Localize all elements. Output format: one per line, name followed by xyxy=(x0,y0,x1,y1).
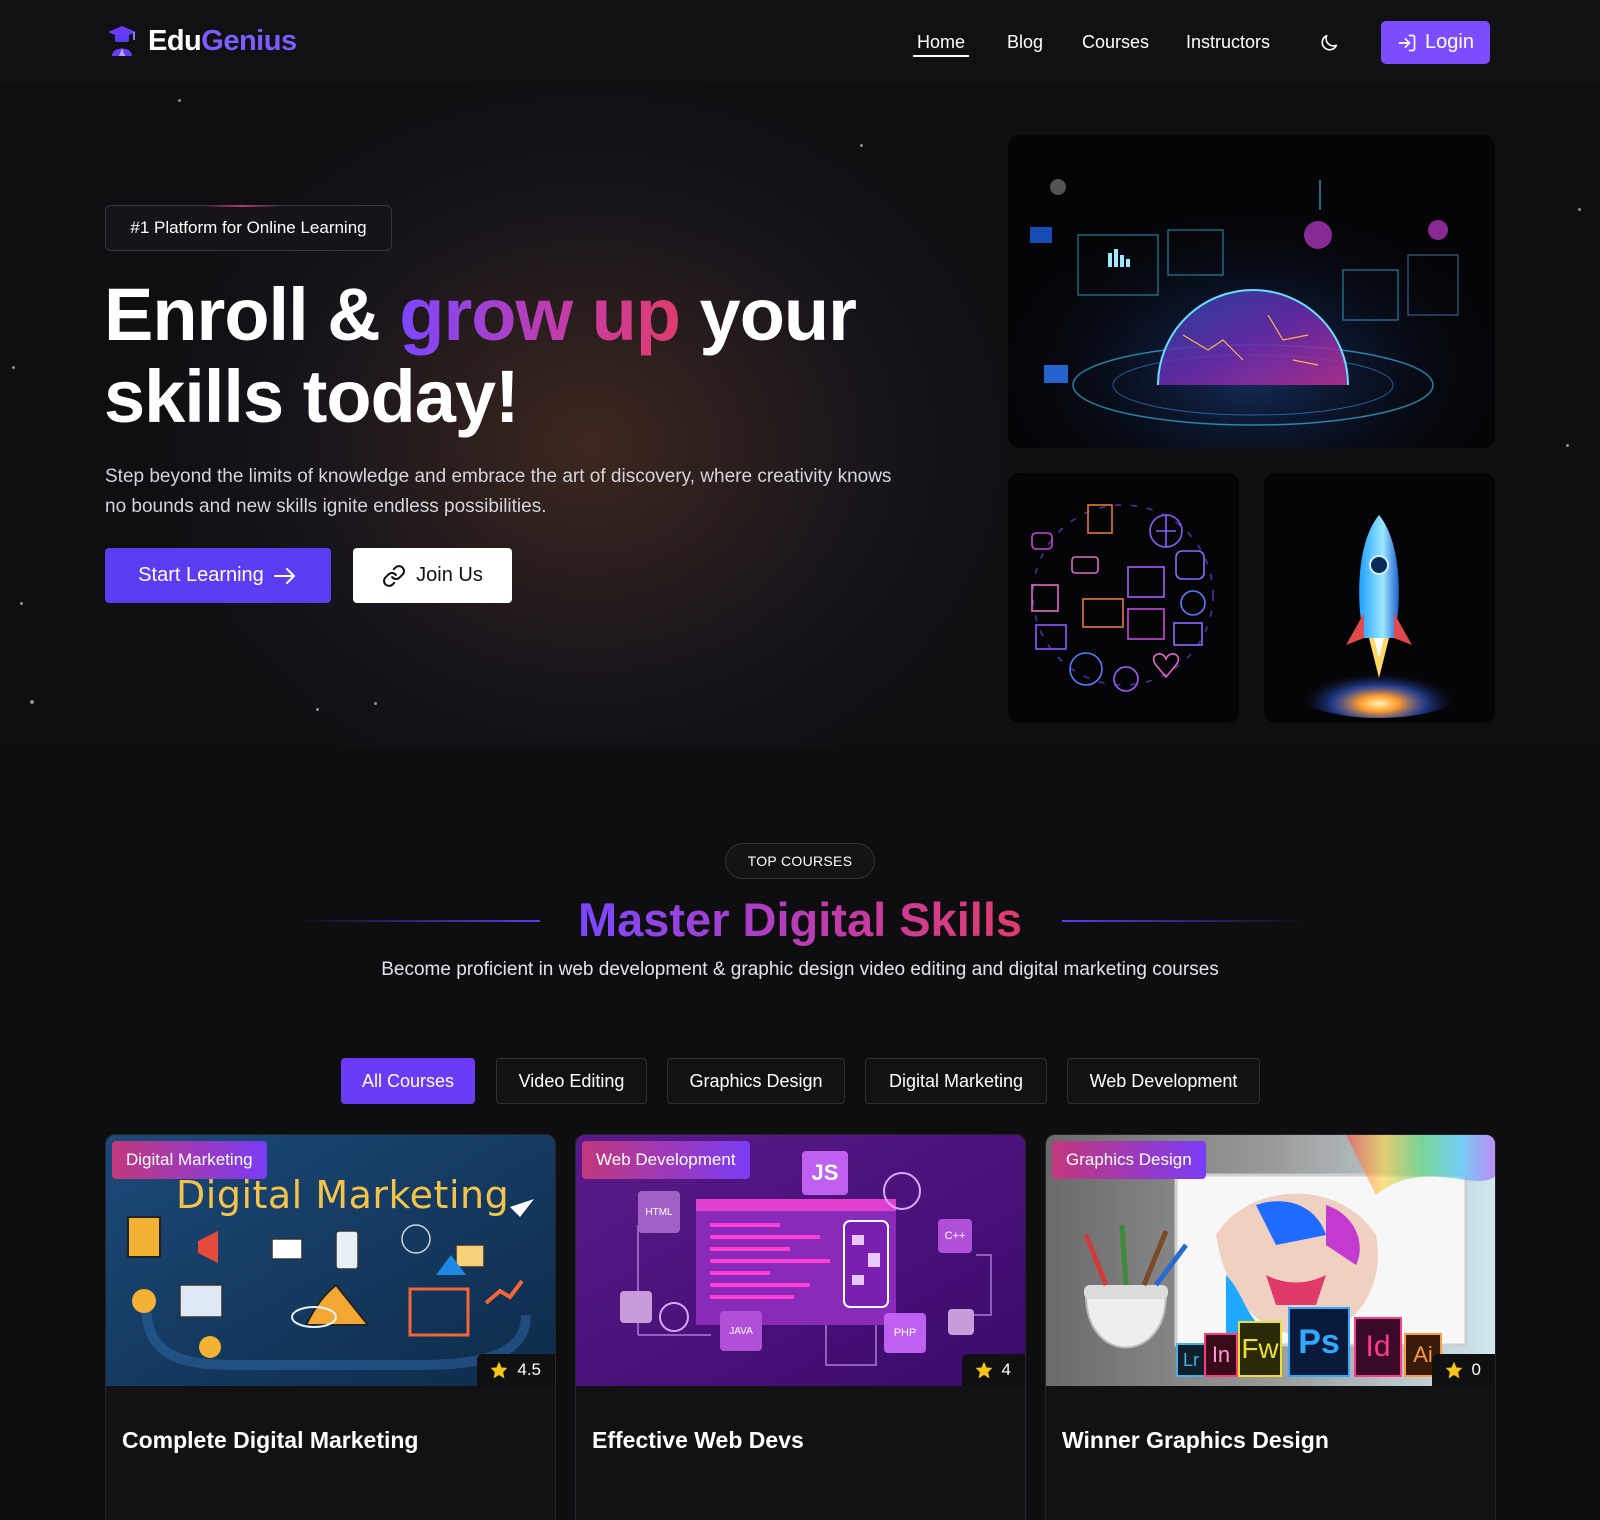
section-eyebrow: TOP COURSES xyxy=(725,843,875,879)
section-title-text: Master Digital Skills xyxy=(577,893,1023,946)
brand-name-part1: Edu xyxy=(148,24,202,57)
star-dot xyxy=(860,144,863,147)
star-dot xyxy=(30,700,34,704)
course-rating: 0 xyxy=(1431,1354,1495,1386)
link-icon xyxy=(383,564,406,587)
login-button[interactable]: Login xyxy=(1381,21,1490,64)
course-category-badge[interactable]: Digital Marketing xyxy=(112,1141,267,1179)
star-dot xyxy=(20,602,23,605)
course-card[interactable]: Digital Marketing Digital Marketing 4.5 … xyxy=(105,1134,556,1520)
star-dot xyxy=(1578,208,1581,211)
star-icon xyxy=(1445,1361,1462,1379)
star-dot xyxy=(316,708,319,711)
hero-section: #1 Platform for Online Learning Enroll &… xyxy=(0,84,1600,748)
brand-name: EduGenius xyxy=(148,25,297,58)
star-dot xyxy=(1566,444,1569,447)
start-learning-button[interactable]: Start Learning xyxy=(105,548,331,603)
app-label-id: Id xyxy=(1354,1317,1402,1377)
login-icon xyxy=(1398,34,1416,51)
app-label-fw: Fw xyxy=(1238,1321,1282,1377)
hero-learning-icons-image xyxy=(1008,473,1239,723)
filter-web-development[interactable]: Web Development xyxy=(1067,1058,1260,1104)
tech-label-php: PHP xyxy=(884,1313,926,1353)
arrow-right-icon xyxy=(273,567,295,584)
title-divider-right xyxy=(1062,920,1307,922)
filter-video-editing[interactable]: Video Editing xyxy=(496,1058,647,1104)
join-us-label: Join Us xyxy=(416,564,483,586)
hero-description: Step beyond the limits of knowledge and … xyxy=(105,466,892,517)
tech-label-cpp: C++ xyxy=(938,1219,972,1253)
app-label-in: In xyxy=(1204,1333,1238,1377)
join-us-button[interactable]: Join Us xyxy=(353,548,512,603)
hero-title: Enroll & grow up your skills today! xyxy=(104,274,924,438)
section-title: Master Digital Skills xyxy=(0,890,1600,950)
filter-graphics-design[interactable]: Graphics Design xyxy=(667,1058,845,1104)
moon-icon[interactable] xyxy=(1318,32,1340,54)
hero-badge: #1 Platform for Online Learning xyxy=(105,205,392,251)
nav-link-courses[interactable]: Courses xyxy=(1082,32,1149,53)
course-title[interactable]: Complete Digital Marketing xyxy=(122,1427,418,1454)
hero-title-highlight: grow up xyxy=(399,273,681,356)
star-dot xyxy=(178,99,181,102)
nav-link-home[interactable]: Home xyxy=(913,32,970,57)
brand-name-part2: Genius xyxy=(201,24,297,57)
filter-all-courses[interactable]: All Courses xyxy=(341,1058,475,1104)
tech-label-html: HTML xyxy=(638,1191,680,1233)
course-title[interactable]: Winner Graphics Design xyxy=(1062,1427,1329,1454)
start-learning-label: Start Learning xyxy=(138,564,264,586)
hero-title-part1: Enroll & xyxy=(104,273,400,356)
course-rating: 4 xyxy=(961,1354,1025,1386)
app-label-lr: Lr xyxy=(1176,1343,1206,1377)
section-subtitle: Become proficient in web development & g… xyxy=(381,959,1219,980)
course-card[interactable]: Lr In Fw Ps Id Ai Graphics Design 0 Winn… xyxy=(1045,1134,1496,1520)
login-label: Login xyxy=(1425,31,1474,53)
course-category-badge[interactable]: Web Development xyxy=(582,1141,750,1179)
rating-value: 0 xyxy=(1471,1360,1481,1379)
hero-rocket-image xyxy=(1264,473,1495,723)
course-card[interactable]: JS HTML C++ JAVA PHP Web Development 4 E… xyxy=(575,1134,1026,1520)
graduate-icon xyxy=(108,26,136,56)
star-icon xyxy=(975,1361,992,1379)
app-label-ps: Ps xyxy=(1288,1307,1350,1377)
rating-value: 4.5 xyxy=(517,1360,541,1379)
tech-label-js: JS xyxy=(802,1151,848,1195)
star-dot xyxy=(374,702,377,705)
nav-link-blog[interactable]: Blog xyxy=(1007,32,1043,53)
star-dot xyxy=(12,366,15,369)
nav-link-instructors[interactable]: Instructors xyxy=(1186,32,1270,53)
filter-digital-marketing[interactable]: Digital Marketing xyxy=(865,1058,1047,1104)
top-navbar: EduGenius Home Blog Courses Instructors … xyxy=(0,0,1600,84)
tech-label-java: JAVA xyxy=(720,1311,762,1351)
brand-logo[interactable]: EduGenius xyxy=(106,24,297,58)
course-category-badge[interactable]: Graphics Design xyxy=(1052,1141,1206,1179)
hero-globe-image xyxy=(1008,135,1495,448)
star-icon xyxy=(491,1361,508,1379)
course-rating: 4.5 xyxy=(477,1354,555,1386)
rating-value: 4 xyxy=(1001,1360,1011,1379)
course-image-caption: Digital Marketing xyxy=(176,1173,510,1217)
course-title[interactable]: Effective Web Devs xyxy=(592,1427,804,1454)
